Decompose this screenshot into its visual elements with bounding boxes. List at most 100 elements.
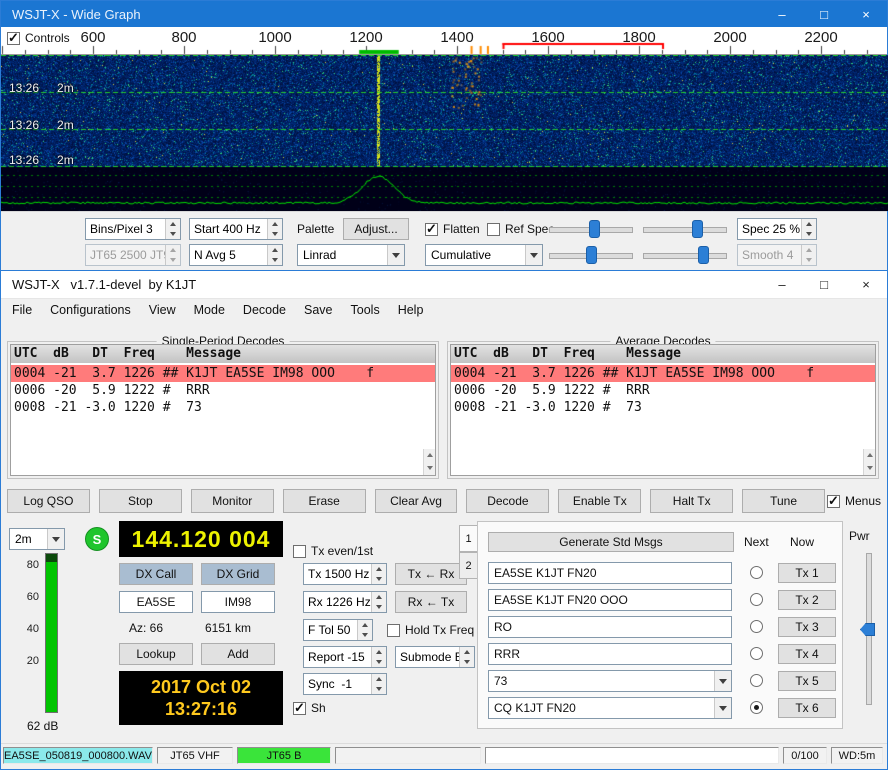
menu-file[interactable]: File [3,300,41,320]
clear-avg-button[interactable]: Clear Avg [375,489,458,513]
spec-zero-slider[interactable] [643,244,727,266]
chevron-down-icon[interactable] [714,698,731,718]
maximize-icon[interactable]: □ [803,271,845,298]
decode-list[interactable]: 0004 -21 3.7 1226 ## K1JT EA5SE IM98 OOO… [450,363,876,476]
tx3-next-radio[interactable] [750,620,763,633]
maximize-icon[interactable]: □ [803,1,845,27]
spinner-arrows-icon[interactable] [371,564,386,584]
frequency-scale[interactable]: Controls 6008001000120014001600180020002… [1,27,887,55]
scroll-up-icon[interactable] [864,449,875,462]
report-spinner[interactable]: Report -15 [303,646,387,668]
tx2-next-radio[interactable] [750,593,763,606]
decode-row[interactable]: 0008 -21 -3.0 1220 # 73 [11,399,435,416]
tx2-message-field[interactable]: EA5SE K1JT FN20 OOO [488,589,732,611]
tx4-message-field[interactable]: RRR [488,643,732,665]
scroll-up-icon[interactable] [424,449,435,462]
tx3-now-button[interactable]: Tx 3 [778,617,836,637]
tx-from-rx-button[interactable]: Tx ← Rx [395,563,467,585]
monitor-button[interactable]: Monitor [191,489,274,513]
dx-call-button[interactable]: DX Call [119,563,193,585]
decode-row[interactable]: 0004 -21 3.7 1226 ## K1JT EA5SE IM98 OOO… [11,365,435,382]
generate-std-msgs-button[interactable]: Generate Std Msgs [488,532,734,552]
spinner-arrows-icon[interactable] [267,245,282,265]
tx5-next-radio[interactable] [750,674,763,687]
chevron-down-icon[interactable] [387,245,404,265]
decode-row[interactable]: 0006 -20 5.9 1222 # RRR [11,382,435,399]
spinner-arrows-icon[interactable] [459,647,474,667]
tx6-next-radio[interactable] [750,701,763,714]
minimize-icon[interactable]: – [761,1,803,27]
scroll-down-icon[interactable] [864,462,875,475]
tune-button[interactable]: Tune [742,489,825,513]
scroll-down-icon[interactable] [424,462,435,475]
spinner-arrows-icon[interactable] [357,620,372,640]
menu-save[interactable]: Save [295,300,342,320]
close-icon[interactable]: × [845,271,887,298]
bins-pixel-spinner[interactable]: Bins/Pixel 3 [85,218,181,240]
hold-tx-freq-checkbox[interactable]: Hold Tx Freq [387,622,474,638]
add-button[interactable]: Add [201,643,275,665]
wf-gain-slider[interactable] [549,218,633,240]
pwr-slider[interactable] [857,553,879,705]
sync-spinner[interactable]: Sync -1 [303,673,387,695]
spinner-arrows-icon[interactable] [371,592,386,612]
menu-help[interactable]: Help [389,300,433,320]
enable-tx-button[interactable]: Enable Tx [558,489,641,513]
tx4-next-radio[interactable] [750,647,763,660]
wide-graph-titlebar[interactable]: WSJT-X - Wide Graph – □ × [1,1,887,27]
chevron-down-icon[interactable] [47,529,64,549]
main-titlebar[interactable]: WSJT-X v1.7.1-devel by K1JT – □ × [1,271,887,299]
slider-handle[interactable] [586,246,597,264]
wf-zero-slider[interactable] [643,218,727,240]
tx-freq-spinner[interactable]: Tx 1500 Hz [303,563,387,585]
spinner-arrows-icon[interactable] [801,219,816,239]
decode-list[interactable]: 0004 -21 3.7 1226 ## K1JT EA5SE IM98 OOO… [10,363,436,476]
tx2-now-button[interactable]: Tx 2 [778,590,836,610]
rx-from-tx-button[interactable]: Rx ← Tx [395,591,467,613]
tab-messages-2[interactable]: 2 [459,552,478,579]
tx6-message-combo[interactable]: CQ K1JT FN20 [488,697,732,719]
log-qso-button[interactable]: Log QSO [7,489,90,513]
decode-row[interactable]: 0008 -21 -3.0 1220 # 73 [451,399,875,416]
lookup-button[interactable]: Lookup [119,643,193,665]
spinner-arrows-icon[interactable] [371,647,386,667]
adjust-button[interactable]: Adjust... [343,218,409,240]
spectrum-type-combo[interactable]: Cumulative [425,244,543,266]
scrollbar[interactable] [863,449,875,475]
decode-button[interactable]: Decode [466,489,549,513]
menu-mode[interactable]: Mode [185,300,234,320]
menu-tools[interactable]: Tools [342,300,389,320]
controls-checkbox[interactable]: Controls [7,30,70,46]
status-s-indicator[interactable]: S [85,527,109,551]
spinner-arrows-icon[interactable] [267,219,282,239]
stop-button[interactable]: Stop [99,489,182,513]
dx-call-field[interactable]: EA5SE [119,591,193,613]
palette-combo[interactable]: Linrad [297,244,405,266]
n-avg-spinner[interactable]: N Avg 5 [189,244,283,266]
pwr-slider-handle[interactable] [860,623,875,636]
rx-freq-spinner[interactable]: Rx 1226 Hz [303,591,387,613]
ref-spec-checkbox[interactable]: Ref Spec [487,221,554,237]
slider-handle[interactable] [692,220,703,238]
slider-handle[interactable] [698,246,709,264]
tx4-now-button[interactable]: Tx 4 [778,644,836,664]
dx-grid-button[interactable]: DX Grid [201,563,275,585]
tx3-message-field[interactable]: RO [488,616,732,638]
spinner-arrows-icon[interactable] [165,219,180,239]
dx-grid-field[interactable]: IM98 [201,591,275,613]
decode-row[interactable]: 0004 -21 3.7 1226 ## K1JT EA5SE IM98 OOO… [451,365,875,382]
tx-even-checkbox[interactable]: Tx even/1st [293,543,373,559]
close-icon[interactable]: × [845,1,887,27]
spinner-arrows-icon[interactable] [371,674,386,694]
halt-tx-button[interactable]: Halt Tx [650,489,733,513]
scrollbar[interactable] [423,449,435,475]
flatten-checkbox[interactable]: Flatten [425,221,480,237]
erase-button[interactable]: Erase [283,489,366,513]
menus-checkbox[interactable]: Menus [827,493,881,509]
tx5-now-button[interactable]: Tx 5 [778,671,836,691]
spec-gain-slider[interactable] [549,244,633,266]
minimize-icon[interactable]: – [761,271,803,298]
start-frequency-spinner[interactable]: Start 400 Hz [189,218,283,240]
menu-view[interactable]: View [140,300,185,320]
decode-row[interactable]: 0006 -20 5.9 1222 # RRR [451,382,875,399]
